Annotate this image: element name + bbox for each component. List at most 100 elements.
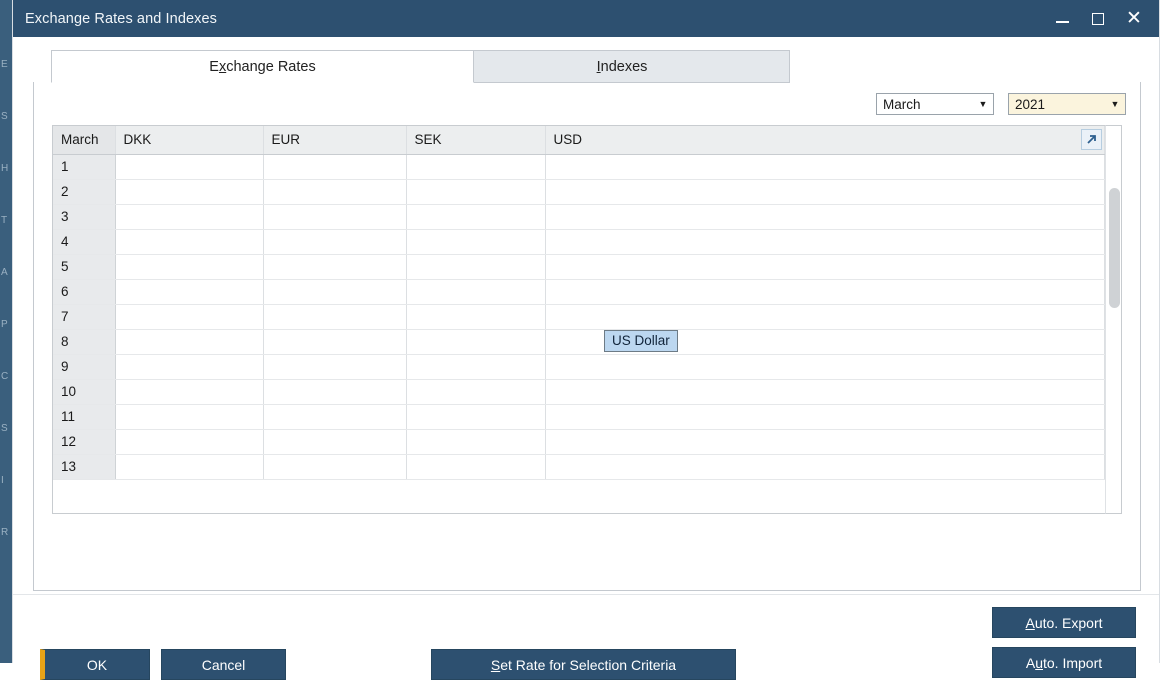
cell-usd[interactable] — [545, 404, 1105, 429]
cell-dkk[interactable] — [115, 454, 263, 479]
cell-usd[interactable] — [545, 454, 1105, 479]
cell-sek[interactable] — [406, 454, 545, 479]
row-header-day[interactable]: 10 — [53, 379, 115, 404]
cell-dkk[interactable] — [115, 279, 263, 304]
chevron-down-icon: ▼ — [973, 99, 993, 109]
cell-eur[interactable] — [263, 179, 406, 204]
year-dropdown[interactable]: 2021 ▼ — [1008, 93, 1126, 115]
cell-dkk[interactable] — [115, 179, 263, 204]
cell-eur[interactable] — [263, 354, 406, 379]
tabstrip: Exchange Rates Indexes — [33, 50, 1133, 83]
rates-table: March DKK EUR SEK USD 12345678910111213 — [53, 126, 1105, 480]
cell-sek[interactable] — [406, 204, 545, 229]
scroll-thumb[interactable] — [1109, 188, 1120, 308]
cell-dkk[interactable] — [115, 254, 263, 279]
cell-eur[interactable] — [263, 429, 406, 454]
cell-usd[interactable] — [545, 429, 1105, 454]
row-header-day[interactable]: 5 — [53, 254, 115, 279]
cell-usd[interactable] — [545, 254, 1105, 279]
cell-eur[interactable] — [263, 254, 406, 279]
cell-usd[interactable] — [545, 379, 1105, 404]
row-header-day[interactable]: 3 — [53, 204, 115, 229]
cell-usd[interactable] — [545, 154, 1105, 179]
month-dropdown[interactable]: March ▼ — [876, 93, 994, 115]
chevron-down-icon: ▼ — [1105, 99, 1125, 109]
column-header-sek[interactable]: SEK — [406, 126, 545, 154]
cell-usd[interactable] — [545, 304, 1105, 329]
auto-export-button-label: Auto. Export — [1025, 615, 1102, 631]
close-button[interactable]: ✕ — [1117, 4, 1151, 34]
cell-eur[interactable] — [263, 329, 406, 354]
period-selector-row: March ▼ 2021 ▼ — [876, 93, 1126, 115]
column-header-usd[interactable]: USD — [545, 126, 1105, 154]
cell-usd[interactable] — [545, 354, 1105, 379]
cell-dkk[interactable] — [115, 229, 263, 254]
cell-eur[interactable] — [263, 379, 406, 404]
cancel-button[interactable]: Cancel — [161, 649, 286, 680]
table-row: 8 — [53, 329, 1105, 354]
cell-dkk[interactable] — [115, 429, 263, 454]
tab-exchange-rates[interactable]: Exchange Rates — [51, 50, 474, 83]
cell-dkk[interactable] — [115, 329, 263, 354]
cell-dkk[interactable] — [115, 154, 263, 179]
cell-sek[interactable] — [406, 154, 545, 179]
table-row: 5 — [53, 254, 1105, 279]
ok-button[interactable]: OK — [40, 649, 150, 680]
cell-usd[interactable] — [545, 229, 1105, 254]
row-header-day[interactable]: 12 — [53, 429, 115, 454]
cell-sek[interactable] — [406, 329, 545, 354]
dialog-titlebar: Exchange Rates and Indexes ✕ — [13, 0, 1159, 37]
cell-eur[interactable] — [263, 304, 406, 329]
cell-usd[interactable] — [545, 204, 1105, 229]
cell-sek[interactable] — [406, 179, 545, 204]
minimize-button[interactable] — [1045, 4, 1079, 34]
row-header-day[interactable]: 7 — [53, 304, 115, 329]
rates-table-body: 12345678910111213 — [53, 154, 1105, 479]
maximize-button[interactable] — [1081, 4, 1115, 34]
cell-sek[interactable] — [406, 279, 545, 304]
tab-indexes[interactable]: Indexes — [454, 50, 790, 83]
cell-sek[interactable] — [406, 404, 545, 429]
cell-sek[interactable] — [406, 304, 545, 329]
cell-sek[interactable] — [406, 379, 545, 404]
cell-eur[interactable] — [263, 229, 406, 254]
row-header-day[interactable]: 4 — [53, 229, 115, 254]
set-rate-button[interactable]: Set Rate for Selection Criteria — [431, 649, 736, 680]
column-header-month[interactable]: March — [53, 126, 115, 154]
cell-usd[interactable] — [545, 179, 1105, 204]
grid-vertical-scrollbar[interactable] — [1105, 125, 1122, 514]
column-header-eur[interactable]: EUR — [263, 126, 406, 154]
row-header-day[interactable]: 11 — [53, 404, 115, 429]
cell-dkk[interactable] — [115, 379, 263, 404]
exchange-rates-dialog: Exchange Rates and Indexes ✕ Exchange Ra… — [12, 0, 1160, 663]
row-header-day[interactable]: 9 — [53, 354, 115, 379]
close-icon: ✕ — [1126, 9, 1142, 28]
row-header-day[interactable]: 8 — [53, 329, 115, 354]
cell-eur[interactable] — [263, 404, 406, 429]
cell-usd[interactable] — [545, 279, 1105, 304]
cell-sek[interactable] — [406, 229, 545, 254]
exchange-rates-panel: March ▼ 2021 ▼ — [33, 82, 1141, 591]
expand-grid-button[interactable] — [1081, 129, 1102, 150]
cell-eur[interactable] — [263, 279, 406, 304]
table-row: 11 — [53, 404, 1105, 429]
cell-eur[interactable] — [263, 154, 406, 179]
row-header-day[interactable]: 13 — [53, 454, 115, 479]
row-header-day[interactable]: 6 — [53, 279, 115, 304]
cell-sek[interactable] — [406, 354, 545, 379]
cell-dkk[interactable] — [115, 354, 263, 379]
table-header-row: March DKK EUR SEK USD — [53, 126, 1105, 154]
table-row: 4 — [53, 229, 1105, 254]
row-header-day[interactable]: 1 — [53, 154, 115, 179]
cell-sek[interactable] — [406, 429, 545, 454]
cell-dkk[interactable] — [115, 304, 263, 329]
auto-export-button[interactable]: Auto. Export — [992, 607, 1136, 638]
table-row: 6 — [53, 279, 1105, 304]
column-header-dkk[interactable]: DKK — [115, 126, 263, 154]
cell-eur[interactable] — [263, 454, 406, 479]
cell-sek[interactable] — [406, 254, 545, 279]
cell-dkk[interactable] — [115, 404, 263, 429]
cell-dkk[interactable] — [115, 204, 263, 229]
cell-eur[interactable] — [263, 204, 406, 229]
row-header-day[interactable]: 2 — [53, 179, 115, 204]
